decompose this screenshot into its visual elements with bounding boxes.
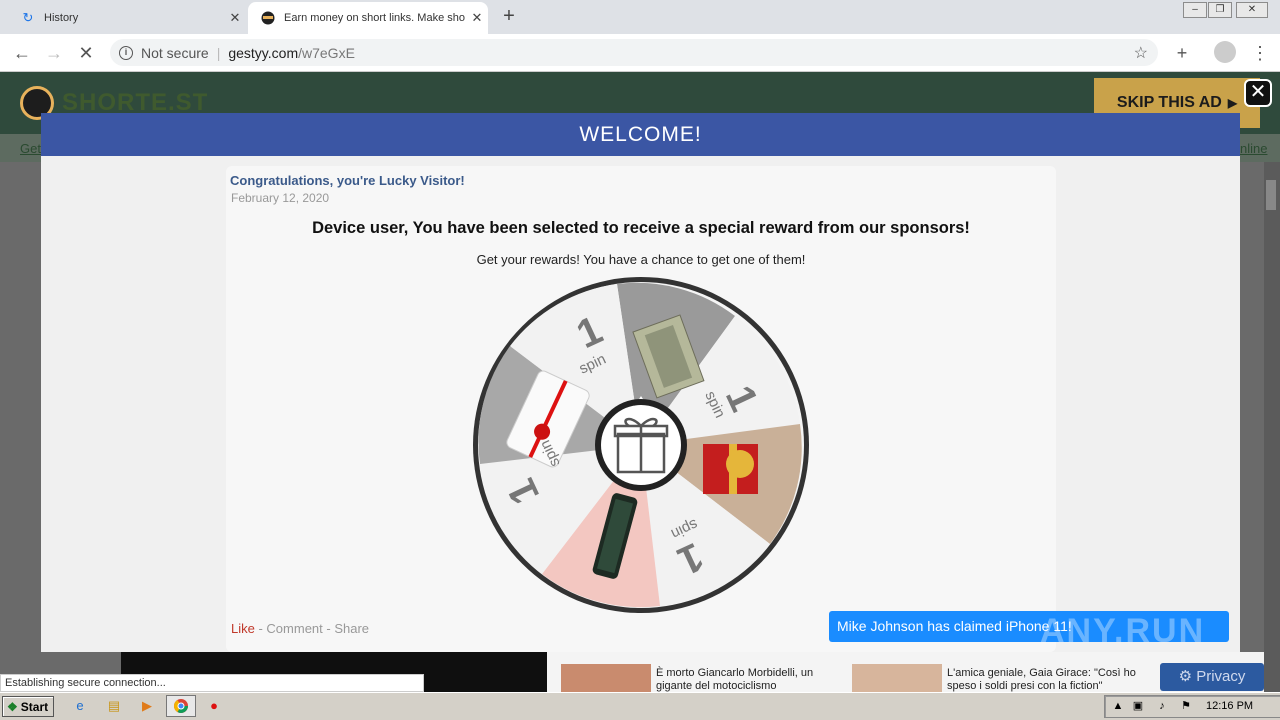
security-label: Not secure (141, 44, 209, 61)
chrome-taskbar-icon[interactable] (166, 695, 196, 717)
menu-kebab-icon[interactable]: ⋮ (1248, 42, 1272, 64)
window-close-button[interactable]: ✕ (1236, 2, 1268, 18)
tab-active[interactable]: Earn money on short links. Make sho ✕ (248, 2, 488, 34)
privacy-button[interactable]: ⚙ Privacy (1160, 663, 1264, 691)
address-bar[interactable]: i Not secure | gestyy.com /w7eGxE ☆ (110, 39, 1158, 66)
tab-title: History (44, 12, 79, 24)
new-tab-button[interactable]: + (498, 6, 520, 28)
card-date: February 12, 2020 (231, 191, 330, 205)
news-thumbnail[interactable] (852, 664, 942, 692)
forward-button[interactable]: → (42, 42, 66, 64)
start-button[interactable]: ❖ Start (2, 696, 54, 717)
like-link[interactable]: Like (231, 621, 255, 636)
profile-avatar-icon[interactable] (1214, 41, 1236, 63)
play-arrow-icon: ▶ (1227, 96, 1238, 110)
restore-button[interactable]: ❐ (1208, 2, 1232, 18)
nav-link-right[interactable]: nline (1240, 141, 1267, 156)
card-title: Congratulations, you're Lucky Visitor! (230, 173, 465, 188)
modal-header: WELCOME! (41, 113, 1240, 156)
comment-link[interactable]: Comment (266, 621, 322, 636)
status-bubble: Establishing secure connection... (0, 674, 424, 692)
minimize-button[interactable]: ‒ (1183, 2, 1207, 18)
windows-logo-icon: ❖ (7, 699, 18, 714)
privacy-label: Privacy (1196, 668, 1246, 685)
prize-wheel[interactable]: 1 spin 1 spin 1 spin 1 spin (470, 274, 812, 616)
shortest-favicon (260, 10, 276, 26)
history-icon: ↻ (22, 10, 34, 25)
nav-link-left[interactable]: Get (20, 141, 41, 156)
volume-icon[interactable]: ♪ (1152, 697, 1172, 715)
skip-ad-label: SKIP THIS AD (1116, 94, 1222, 111)
close-tab-icon[interactable]: ✕ (466, 10, 488, 26)
url-separator: | (216, 44, 221, 61)
media-player-icon[interactable]: ▶ (137, 697, 157, 715)
close-overlay-button[interactable]: ✕ (1244, 79, 1272, 107)
page-scrollbar[interactable] (1264, 162, 1280, 692)
watermark-logo: ANY.RUN (1040, 612, 1206, 650)
stop-button[interactable]: ✕ (74, 42, 98, 64)
card-actions: Like - Comment - Share (231, 621, 369, 636)
close-tab-icon[interactable]: ✕ (224, 10, 246, 26)
card-subline: Get your rewards! You have a chance to g… (476, 252, 806, 267)
url-host: gestyy.com (228, 44, 299, 61)
scrollbar-thumb[interactable] (1266, 180, 1276, 210)
info-icon[interactable]: i (119, 45, 133, 60)
action-separator: - (322, 621, 335, 636)
extension-add-icon[interactable]: + (1170, 42, 1194, 64)
folder-icon[interactable]: ▤ (104, 697, 124, 715)
card-headline: Device user, You have been selected to r… (312, 219, 970, 237)
action-separator: - (254, 621, 267, 636)
bookmark-star-icon[interactable]: ☆ (1134, 43, 1148, 63)
gear-icon: ⚙ (1178, 668, 1193, 685)
ie-icon[interactable]: e (70, 697, 90, 715)
back-button[interactable]: ← (10, 42, 34, 64)
tab-title: Earn money on short links. Make sho (284, 12, 465, 24)
stop-sign-icon[interactable]: ● (204, 697, 224, 715)
news-thumbnail[interactable] (561, 664, 651, 692)
tab-history[interactable]: ↻ History ✕ (8, 2, 246, 34)
start-label: Start (20, 699, 49, 714)
tray-expand-icon[interactable]: ▲ (1108, 697, 1128, 715)
network-icon[interactable]: ▣ (1128, 697, 1148, 715)
clock: 12:16 PM (1206, 700, 1254, 712)
share-link[interactable]: Share (334, 621, 369, 636)
flag-icon[interactable]: ⚑ (1176, 697, 1196, 715)
gift-box-icon (703, 444, 758, 494)
url-path: /w7eGxE (298, 44, 355, 61)
news-headline[interactable]: L'amica geniale, Gaia Girace: "Così ho s… (947, 667, 1147, 693)
